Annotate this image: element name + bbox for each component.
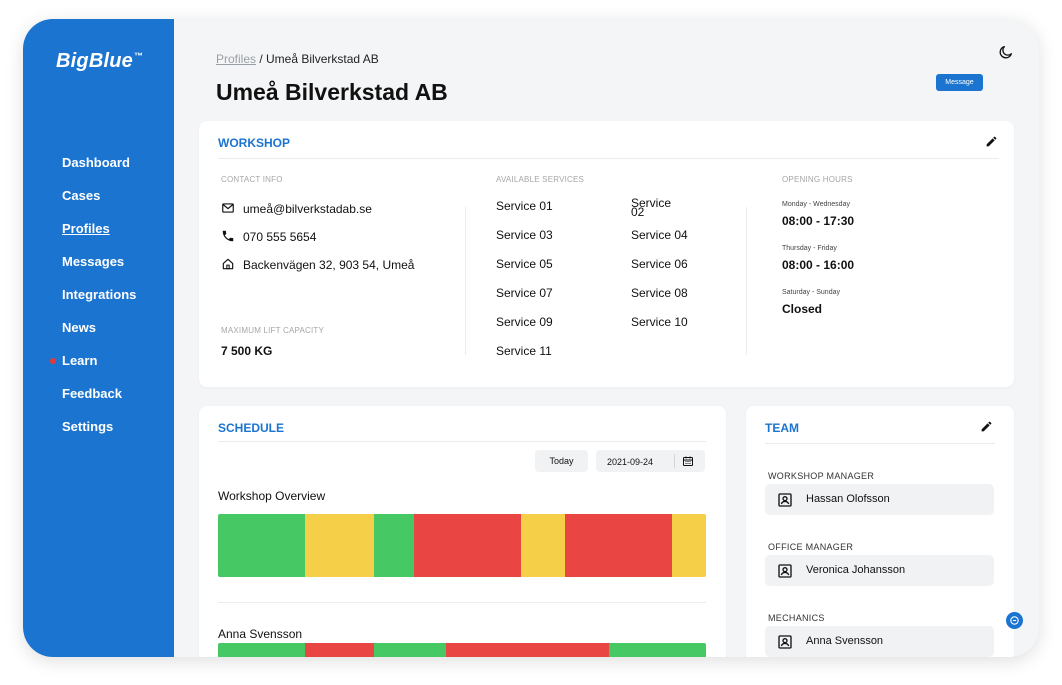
team-card: TEAM WORKSHOP MANAGER Hassan Olofsson OF… — [746, 406, 1014, 657]
home-icon — [222, 258, 234, 270]
service-item: Service 09 — [496, 315, 553, 329]
sidebar-item-feedback[interactable]: Feedback — [62, 386, 136, 419]
page-title: Umeå Bilverkstad AB — [216, 79, 448, 105]
service-item: Service 11 — [496, 344, 552, 358]
main-content: Profiles / Umeå Bilverkstad AB Umeå Bilv… — [174, 19, 1039, 657]
sidebar-item-dashboard[interactable]: Dashboard — [62, 155, 136, 188]
column-divider — [465, 207, 466, 355]
logo[interactable]: BigBlue™ — [56, 50, 143, 73]
message-button[interactable]: Message — [936, 74, 983, 91]
contact-email[interactable]: umeå@bilverkstadab.se — [243, 202, 372, 216]
sidebar-item-cases[interactable]: Cases — [62, 188, 136, 221]
sidebar-item-integrations[interactable]: Integrations — [62, 287, 136, 320]
schedule-card: SCHEDULE Today 2021-09-24 Workshop Overv… — [199, 406, 726, 657]
team-member[interactable]: Anna Svensson — [765, 626, 994, 657]
hours-time: 08:00 - 17:30 — [782, 214, 855, 228]
schedule-segment-green[interactable] — [218, 514, 306, 577]
card-divider — [218, 441, 706, 442]
calendar-icon[interactable] — [682, 455, 694, 467]
team-group-label: WORKSHOP MANAGER — [768, 471, 875, 481]
team-member-name: Veronica Johansson — [806, 564, 906, 576]
service-item: Service 10 — [631, 315, 688, 329]
service-item: Service 02 — [631, 196, 672, 219]
schedule-segment-red[interactable] — [305, 643, 375, 657]
card-divider — [218, 158, 999, 159]
services-label: AVAILABLE SERVICES — [496, 175, 585, 184]
service-item: Service 05 — [496, 257, 553, 271]
hours-days: Thursday - Friday — [782, 245, 837, 252]
service-item: Service 04 — [631, 228, 688, 242]
today-button[interactable]: Today — [535, 450, 588, 472]
schedule-segment-yellow[interactable] — [305, 514, 375, 577]
person-card-icon — [778, 493, 792, 507]
team-group-label: MECHANICS — [768, 613, 825, 623]
schedule-title: SCHEDULE — [218, 421, 285, 435]
edit-workshop-icon[interactable] — [985, 135, 998, 148]
team-title: TEAM — [765, 421, 799, 435]
edit-team-icon[interactable] — [980, 420, 993, 433]
person-card-icon — [778, 635, 792, 649]
schedule-segment-yellow[interactable] — [520, 514, 566, 577]
chat-button[interactable] — [1006, 612, 1023, 629]
breadcrumb-current: / Umeå Bilverkstad AB — [256, 52, 379, 66]
team-member-name: Hassan Olofsson — [806, 493, 890, 505]
team-member[interactable]: Hassan Olofsson — [765, 484, 994, 515]
schedule-segment-red[interactable] — [414, 514, 521, 577]
schedule-row-label: Anna Svensson — [218, 627, 303, 641]
contact-phone[interactable]: 070 555 5654 — [243, 230, 316, 244]
schedule-row-label: Workshop Overview — [218, 489, 326, 503]
column-divider — [746, 207, 747, 355]
service-item: Service 08 — [631, 286, 688, 300]
schedule-segment-green[interactable] — [218, 643, 306, 657]
contact-info-label: CONTACT INFO — [221, 175, 283, 184]
workshop-title: WORKSHOP — [218, 136, 290, 150]
workshop-card: WORKSHOP CONTACT INFO umeå@bilverkstadab… — [199, 121, 1014, 387]
schedule-segment-red[interactable] — [565, 514, 672, 577]
team-group-label: OFFICE MANAGER — [768, 542, 854, 552]
person-card-icon — [778, 564, 792, 578]
service-item: Service 06 — [631, 257, 688, 271]
service-item: Service 01 — [496, 199, 553, 213]
schedule-segment-green[interactable] — [374, 514, 415, 577]
schedule-segment-yellow[interactable] — [671, 514, 706, 577]
sidebar-item-settings[interactable]: Settings — [62, 419, 136, 452]
app-window: BigBlue™ Dashboard Cases Profiles Messag… — [23, 19, 1039, 657]
date-value: 2021-09-24 — [607, 457, 654, 467]
contact-address: Backenvägen 32, 903 54, Umeå — [243, 258, 415, 272]
chat-icon — [1010, 616, 1019, 625]
schedule-segment-red[interactable] — [446, 643, 610, 657]
schedule-segment-green[interactable] — [609, 643, 706, 657]
team-member-name: Anna Svensson — [806, 635, 884, 647]
service-item: Service 03 — [496, 228, 553, 242]
hours-time: 08:00 - 16:00 — [782, 258, 855, 272]
hours-days: Saturday - Sunday — [782, 289, 840, 296]
mail-icon — [222, 203, 234, 213]
sidebar-item-profiles[interactable]: Profiles — [62, 221, 136, 254]
hours-days: Monday - Wednesday — [782, 201, 850, 208]
sidebar-item-learn[interactable]: Learn — [50, 353, 136, 386]
breadcrumb: Profiles / Umeå Bilverkstad AB — [216, 52, 379, 66]
schedule-segment-green[interactable] — [374, 643, 447, 657]
opening-hours-label: OPENING HOURS — [782, 175, 853, 184]
lift-capacity-value: 7 500 KG — [221, 344, 273, 358]
sidebar-item-news[interactable]: News — [62, 320, 136, 353]
service-item: Service 07 — [496, 286, 553, 300]
hours-time: Closed — [782, 302, 823, 316]
lift-capacity-label: MAXIMUM LIFT CAPACITY — [221, 326, 325, 335]
workshop-overview-bar — [218, 514, 706, 577]
mechanic-schedule-bar — [218, 643, 706, 657]
sidebar-nav: Dashboard Cases Profiles Messages Integr… — [50, 155, 136, 452]
breadcrumb-link-profiles[interactable]: Profiles — [216, 52, 256, 66]
row-divider — [218, 602, 706, 603]
date-picker[interactable]: 2021-09-24 — [596, 450, 705, 472]
sidebar: BigBlue™ Dashboard Cases Profiles Messag… — [23, 19, 174, 657]
notification-dot — [50, 358, 56, 364]
sidebar-item-messages[interactable]: Messages — [62, 254, 136, 287]
phone-icon — [222, 230, 234, 242]
team-member[interactable]: Veronica Johansson — [765, 555, 994, 586]
moon-icon[interactable] — [998, 44, 1014, 60]
card-divider — [765, 443, 995, 444]
